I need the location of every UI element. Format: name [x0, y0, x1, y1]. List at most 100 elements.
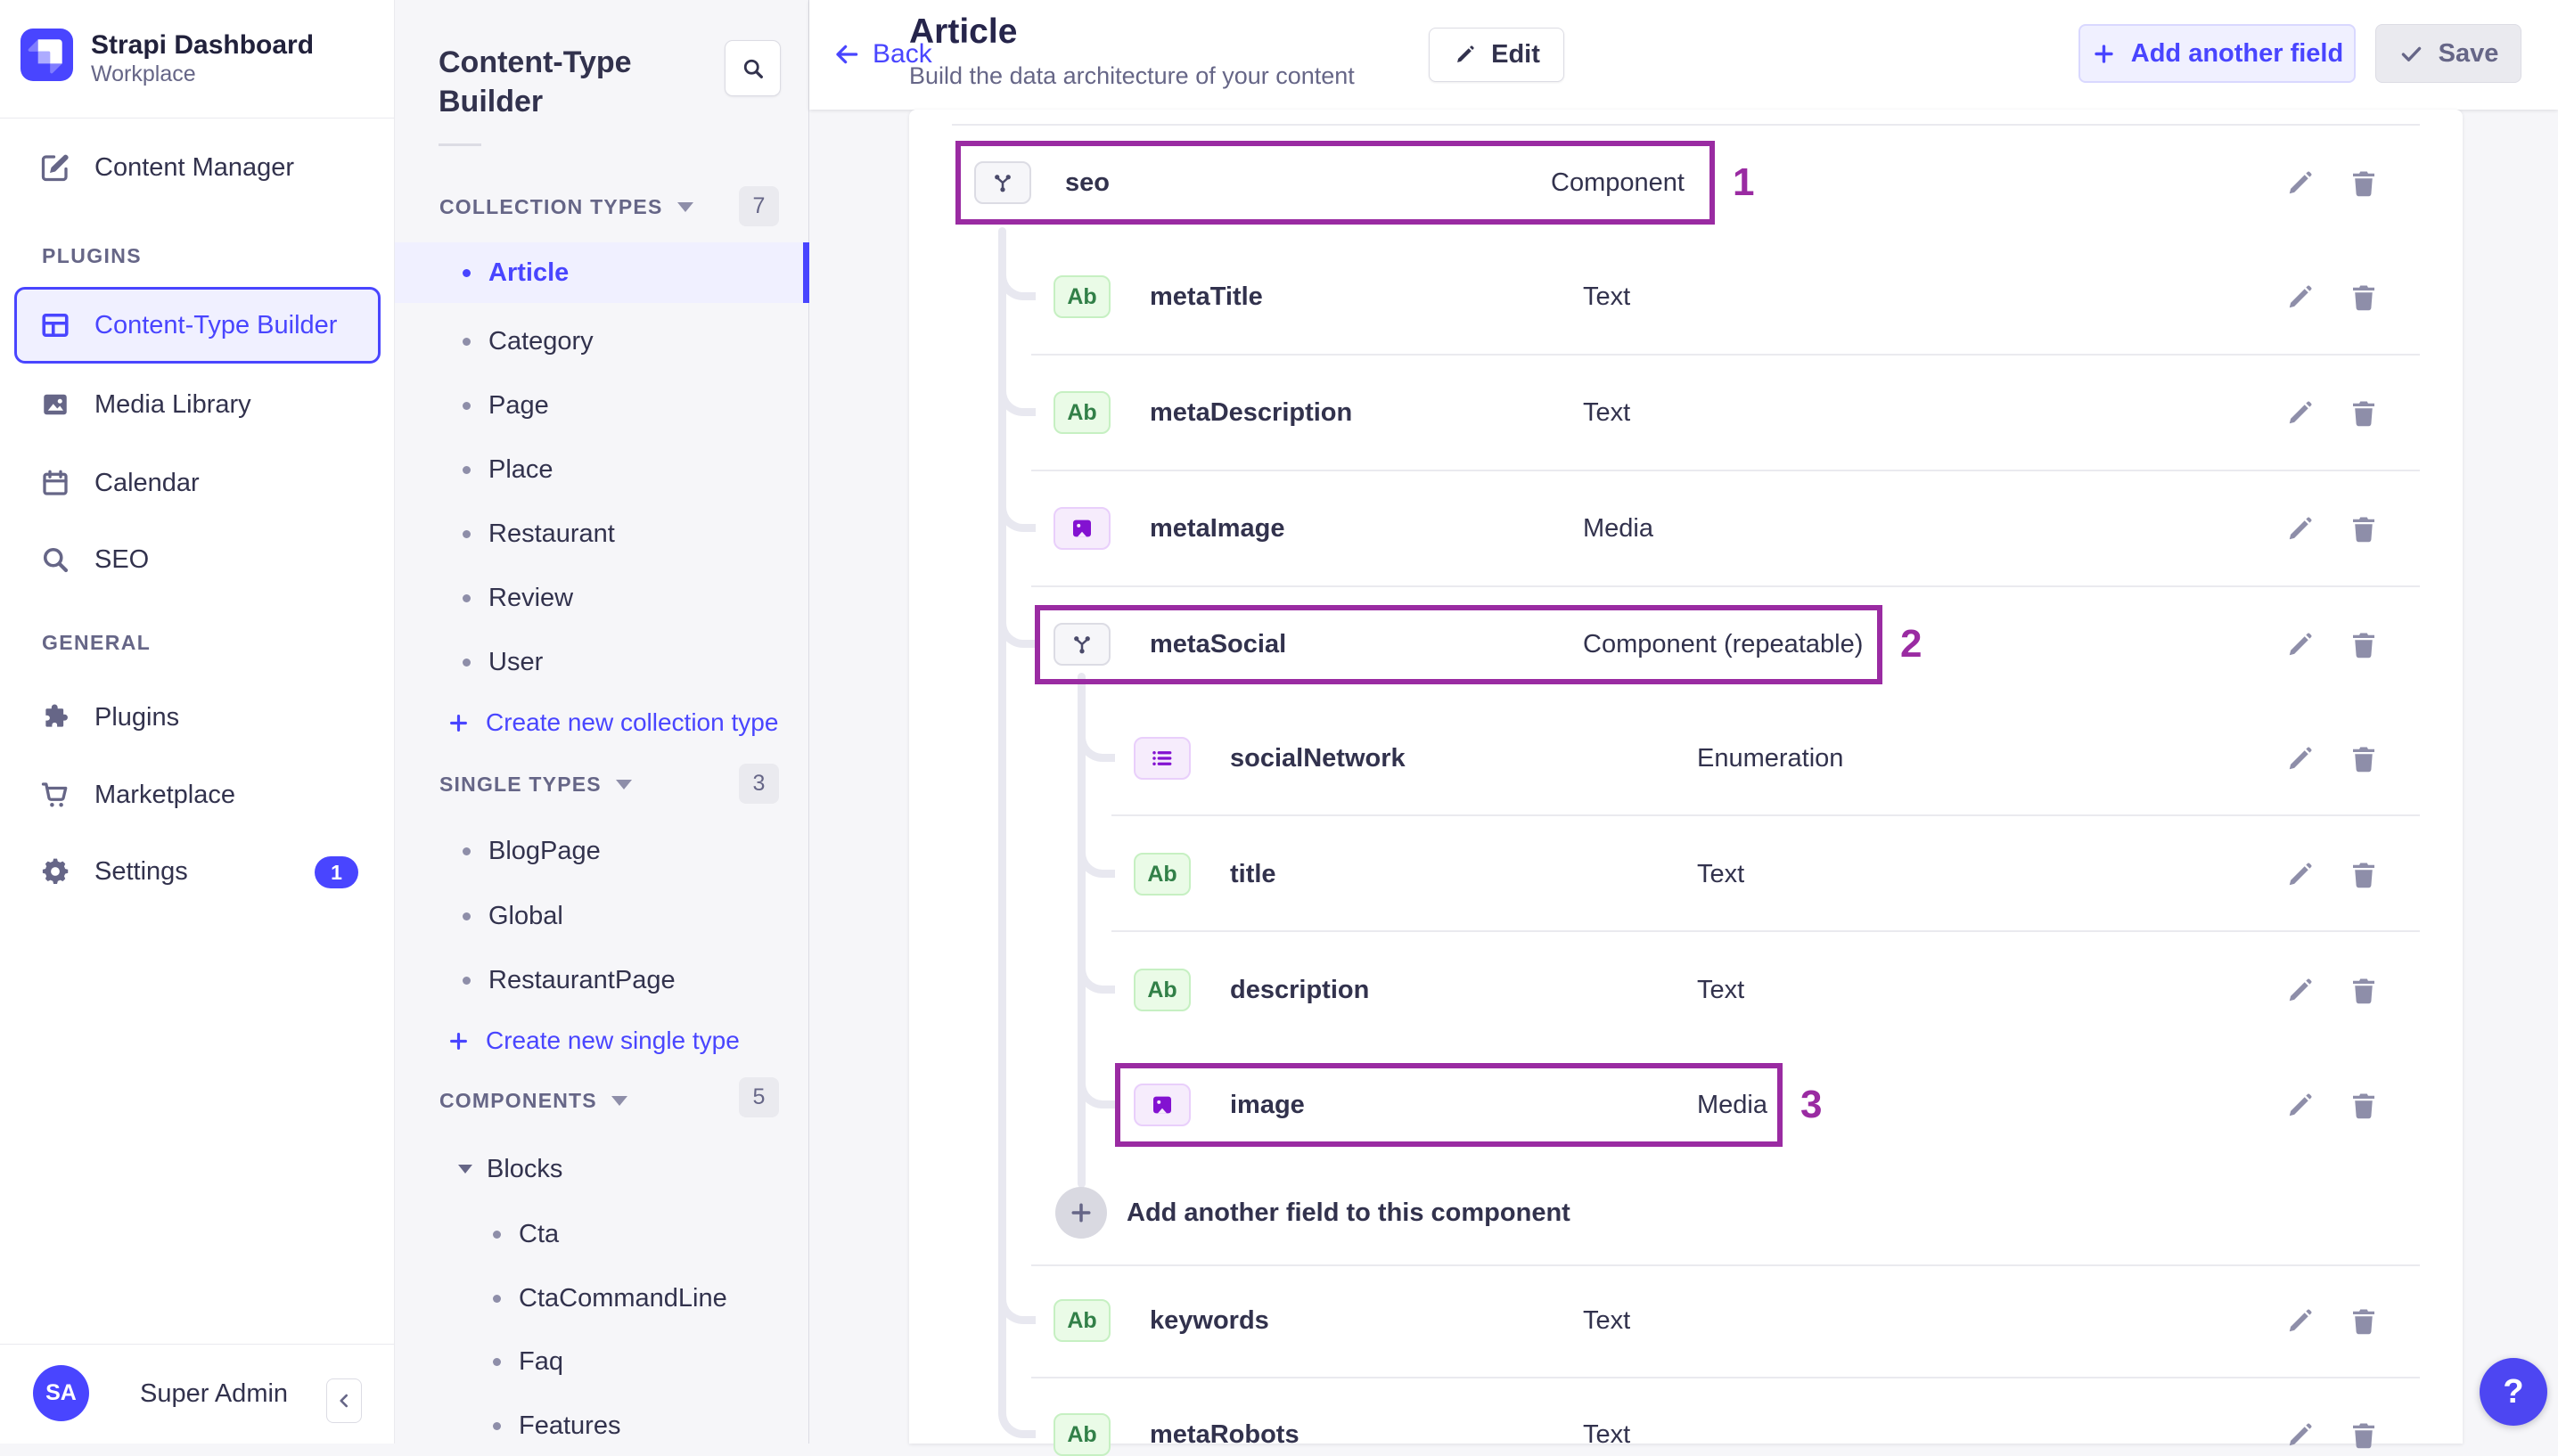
edit-field-button[interactable]	[2283, 975, 2316, 1007]
component-features[interactable]: Features	[395, 1399, 809, 1452]
delete-field-button[interactable]	[2348, 859, 2380, 891]
field-type: Media	[1583, 513, 1653, 543]
trash-icon	[2348, 743, 2380, 775]
components-header[interactable]: COMPONENTS	[439, 1081, 627, 1121]
component-group-blocks[interactable]: Blocks	[458, 1142, 562, 1196]
bullet-icon	[463, 401, 471, 410]
sidebar-item-marketplace[interactable]: Marketplace	[0, 766, 395, 823]
trash-icon	[2348, 859, 2380, 891]
enumeration-field-icon	[1134, 737, 1191, 780]
component-cta[interactable]: Cta	[395, 1207, 809, 1261]
gear-icon	[39, 855, 71, 888]
delete-field-button[interactable]	[2348, 397, 2380, 429]
tree-elbow	[998, 1265, 1036, 1324]
edit-field-button[interactable]	[2283, 282, 2316, 314]
edit-button[interactable]: Edit	[1429, 28, 1564, 82]
chevron-left-icon	[332, 1389, 356, 1412]
avatar[interactable]: SA	[33, 1365, 89, 1421]
edit-field-button[interactable]	[2283, 1419, 2316, 1452]
collection-type-article[interactable]: Article	[395, 242, 809, 303]
delete-field-button[interactable]	[2348, 1305, 2380, 1337]
help-button[interactable]: ?	[2480, 1358, 2547, 1426]
edit-field-button[interactable]	[2283, 1090, 2316, 1122]
list-item-label: Restaurant	[488, 519, 615, 548]
add-component-field-label[interactable]: Add another field to this component	[1127, 1191, 1570, 1234]
delete-field-button[interactable]	[2348, 629, 2380, 661]
search-button[interactable]	[725, 40, 781, 96]
delete-field-button[interactable]	[2348, 1090, 2380, 1122]
field-type: Media	[1697, 1090, 1767, 1119]
pencil-icon	[2283, 513, 2316, 545]
edit-field-button[interactable]	[2283, 168, 2316, 200]
field-type: Component	[1551, 168, 1685, 197]
add-another-field-button[interactable]: Add another field	[2078, 24, 2356, 83]
workspace-brand[interactable]: Strapi Dashboard Workplace	[20, 29, 314, 87]
component-ctacommandline[interactable]: CtaCommandLine	[395, 1272, 809, 1325]
annotation-number-2: 2	[1900, 622, 1923, 666]
active-indicator-bar	[803, 242, 809, 303]
row-divider	[1111, 814, 2420, 816]
field-type: Text	[1583, 1305, 1631, 1335]
add-field-label: Add another field	[2130, 38, 2344, 68]
collection-type-user[interactable]: User	[395, 634, 809, 691]
pencil-icon	[2283, 397, 2316, 429]
field-name: title	[1230, 859, 1276, 888]
tree-elbow	[998, 1379, 1036, 1438]
list-item-label: Article	[488, 258, 570, 287]
main-sidebar: Strapi Dashboard Workplace Content Manag…	[0, 0, 395, 1444]
row-divider	[1111, 930, 2420, 932]
delete-field-button[interactable]	[2348, 1419, 2380, 1452]
save-button[interactable]: Save	[2375, 24, 2521, 83]
sidebar-item-seo[interactable]: SEO	[0, 531, 395, 588]
field-name: metaTitle	[1150, 282, 1263, 311]
collection-type-review[interactable]: Review	[395, 569, 809, 626]
collection-types-header[interactable]: COLLECTION TYPES	[439, 187, 693, 227]
delete-field-button[interactable]	[2348, 168, 2380, 200]
section-label: COLLECTION TYPES	[439, 195, 663, 218]
collection-type-page[interactable]: Page	[395, 377, 809, 434]
edit-field-button[interactable]	[2283, 513, 2316, 545]
trash-icon	[2348, 1419, 2380, 1452]
bullet-icon	[463, 976, 471, 985]
sidebar-item-plugins[interactable]: Plugins	[0, 689, 395, 746]
user-name: Super Admin	[140, 1379, 289, 1408]
single-type-restaurantpage[interactable]: RestaurantPage	[395, 952, 809, 1009]
calendar-icon	[39, 467, 71, 499]
edit-field-button[interactable]	[2283, 743, 2316, 775]
field-type: Text	[1697, 975, 1745, 1004]
sidebar-item-calendar[interactable]: Calendar	[0, 454, 395, 511]
field-name: seo	[1065, 168, 1110, 197]
delete-field-button[interactable]	[2348, 743, 2380, 775]
collection-type-restaurant[interactable]: Restaurant	[395, 505, 809, 562]
sidebar-item-media-library[interactable]: Media Library	[0, 376, 395, 433]
delete-field-button[interactable]	[2348, 975, 2380, 1007]
panel-title: Content-Type Builder	[439, 45, 632, 119]
single-type-blogpage[interactable]: BlogPage	[395, 822, 809, 879]
edit-field-button[interactable]	[2283, 629, 2316, 661]
collapse-sidebar-button[interactable]	[326, 1378, 362, 1423]
field-name: metaRobots	[1150, 1419, 1299, 1449]
field-type: Enumeration	[1697, 743, 1844, 773]
add-component-field-button[interactable]	[1055, 1187, 1107, 1239]
bullet-icon	[463, 912, 471, 920]
single-type-global[interactable]: Global	[395, 888, 809, 945]
single-types-header[interactable]: SINGLE TYPES	[439, 765, 632, 805]
layout-grid-icon	[39, 309, 71, 341]
delete-field-button[interactable]	[2348, 282, 2380, 314]
sidebar-item-content-type-builder[interactable]: Content-Type Builder	[14, 287, 381, 364]
delete-field-button[interactable]	[2348, 513, 2380, 545]
bullet-icon	[493, 1421, 501, 1430]
field-type: Component (repeatable)	[1583, 629, 1864, 658]
edit-field-button[interactable]	[2283, 1305, 2316, 1337]
component-faq[interactable]: Faq	[395, 1335, 809, 1388]
list-item-label: Place	[488, 454, 553, 484]
create-single-type-link[interactable]: Create new single type	[447, 1014, 740, 1067]
edit-field-button[interactable]	[2283, 397, 2316, 429]
collection-type-category[interactable]: Category	[395, 313, 809, 370]
create-collection-type-link[interactable]: Create new collection type	[447, 696, 778, 749]
sidebar-item-content-manager[interactable]: Content Manager	[0, 139, 395, 196]
tree-elbow	[998, 357, 1036, 416]
collection-type-place[interactable]: Place	[395, 441, 809, 498]
edit-field-button[interactable]	[2283, 859, 2316, 891]
pencil-icon	[2283, 168, 2316, 200]
